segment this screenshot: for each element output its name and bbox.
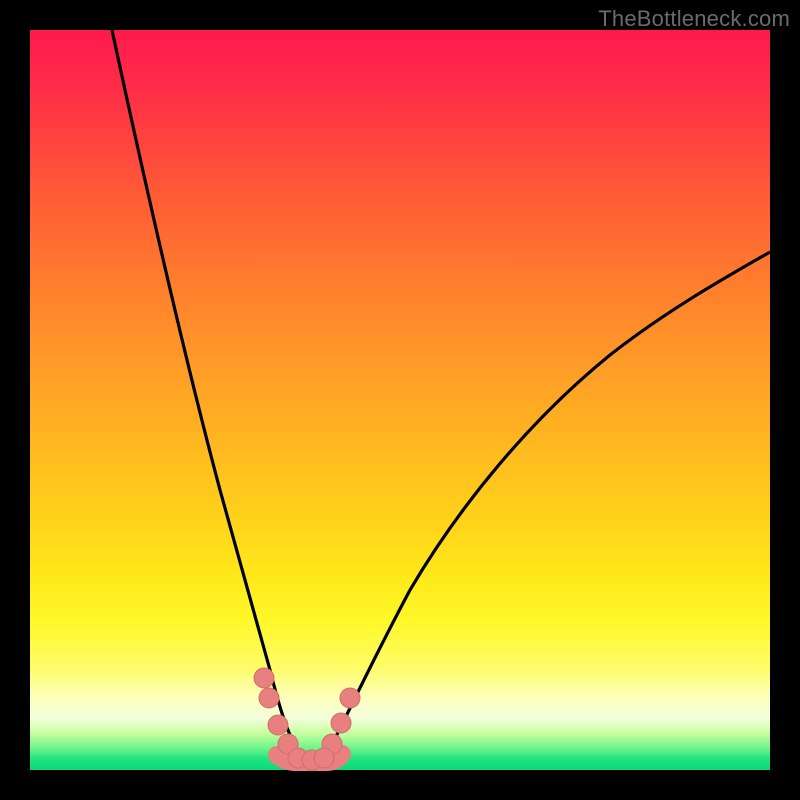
right-curve (328, 252, 770, 752)
marker-dot (331, 713, 351, 733)
marker-dot (254, 668, 274, 688)
left-curve (112, 30, 298, 752)
attribution-label: TheBottleneck.com (598, 6, 790, 32)
chart-svg (30, 30, 770, 770)
plot-area (30, 30, 770, 770)
marker-dot (268, 715, 288, 735)
marker-dot (259, 688, 279, 708)
marker-dot (314, 748, 334, 768)
marker-dot (340, 688, 360, 708)
chart-frame: TheBottleneck.com (0, 0, 800, 800)
